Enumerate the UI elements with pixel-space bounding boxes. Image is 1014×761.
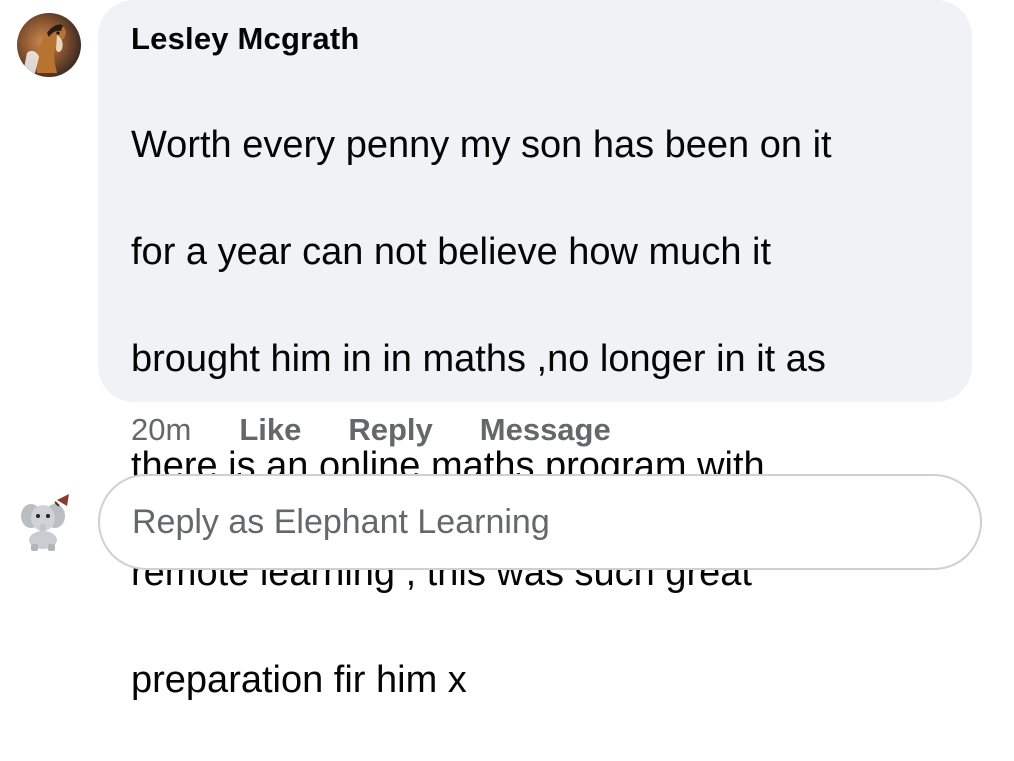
horse-avatar-icon <box>23 24 66 73</box>
elephant-avatar-icon <box>21 494 69 551</box>
comment-text-line: preparation fir him x <box>131 658 467 701</box>
comment-bubble: Lesley Mcgrath Worth every penny my son … <box>98 0 972 701</box>
reply-button[interactable]: Reply <box>348 412 432 448</box>
comment-text-line: for a year can not believe how much it <box>131 230 772 273</box>
reply-input[interactable] <box>132 502 932 542</box>
commenter-avatar[interactable] <box>17 13 81 77</box>
page-avatar[interactable] <box>19 490 71 552</box>
like-button[interactable]: Like <box>239 412 301 448</box>
comment-text-line: Worth every penny my son has been on it <box>131 123 832 166</box>
reply-box[interactable] <box>98 474 982 570</box>
comment-timestamp[interactable]: 20m <box>131 412 191 448</box>
comment-text-line: brought him in in maths ,no longer in it… <box>131 337 826 380</box>
message-button[interactable]: Message <box>480 412 611 448</box>
comment-actions: 20m Like Reply Message <box>131 408 658 452</box>
comment-author-name[interactable]: Lesley Mcgrath <box>131 20 952 58</box>
